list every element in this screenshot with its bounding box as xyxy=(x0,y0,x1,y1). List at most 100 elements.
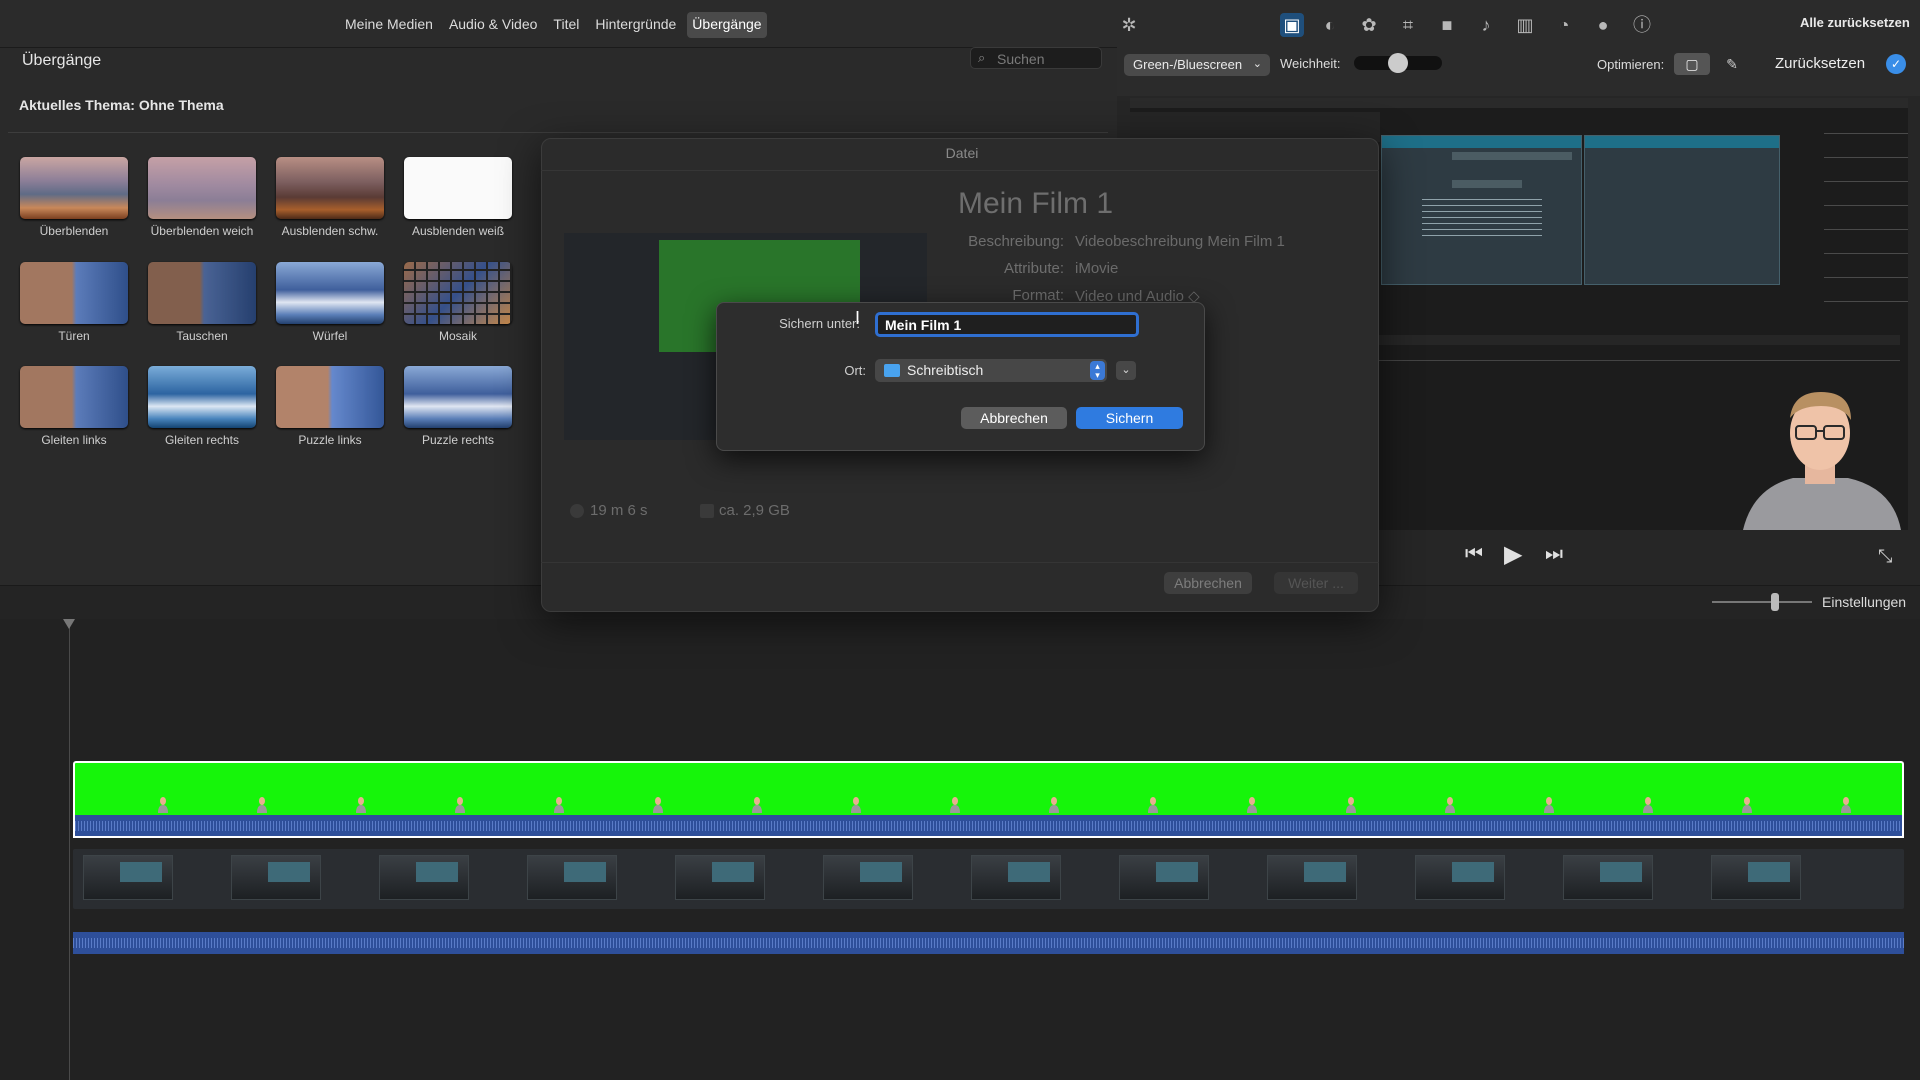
reset-all-button[interactable]: Alle zurücksetzen xyxy=(1800,15,1910,30)
tab-uebergaenge[interactable]: Übergänge xyxy=(687,12,767,38)
magic-wand-icon[interactable]: ✲ xyxy=(1117,13,1141,37)
clip-frame xyxy=(675,855,765,900)
folder-icon xyxy=(884,364,900,377)
search-icon: ⌕ xyxy=(978,50,986,65)
clip-frame xyxy=(527,855,617,900)
transition-tile-ausblenden-schwarz[interactable] xyxy=(276,157,384,219)
transition-label: Ausblenden weiß xyxy=(411,224,505,238)
color-correction-icon[interactable]: ✿ xyxy=(1357,13,1381,37)
skip-forward-icon[interactable]: ⏭ xyxy=(1545,543,1563,566)
file-icon xyxy=(700,504,714,518)
zoom-slider[interactable] xyxy=(1712,601,1812,603)
keying-select[interactable]: Green-/Bluescreen ⌄ xyxy=(1124,54,1270,76)
clip-frame xyxy=(1267,855,1357,900)
transition-tile-gleiten-links[interactable] xyxy=(20,366,128,428)
greenscreen-clip[interactable] xyxy=(73,761,1904,815)
location-select[interactable]: Schreibtisch xyxy=(875,359,1107,382)
transition-label: Ausblenden schw. xyxy=(281,224,379,238)
save-button[interactable]: Sichern xyxy=(1076,407,1183,429)
crop-icon[interactable]: ⌗ xyxy=(1396,13,1420,37)
dialog-title: Datei xyxy=(945,145,979,161)
clean-up-icon[interactable]: ▢ xyxy=(1674,53,1710,75)
tab-audio-video[interactable]: Audio & Video xyxy=(444,12,542,38)
volume-icon[interactable]: ♪ xyxy=(1474,13,1498,37)
size-value: ca. 2,9 GB xyxy=(719,502,790,519)
softness-slider-knob[interactable] xyxy=(1388,53,1408,73)
greenscreen-clip-figures xyxy=(158,797,1851,813)
clock-icon xyxy=(570,504,584,518)
clip-frame xyxy=(379,855,469,900)
tab-hintergruende[interactable]: Hintergründe xyxy=(590,12,681,38)
transition-tile-tauschen[interactable] xyxy=(148,262,256,324)
mini-text xyxy=(1422,196,1542,236)
transition-tile-mosaik[interactable] xyxy=(404,262,512,324)
dialog-next-button[interactable]: Weiter ... xyxy=(1274,572,1358,594)
location-label: Ort: xyxy=(844,363,866,378)
tab-meine-medien[interactable]: Meine Medien xyxy=(340,12,438,38)
browser-title: Übergänge xyxy=(22,52,102,69)
clip-frame xyxy=(1415,855,1505,900)
cancel-button[interactable]: Abbrechen xyxy=(961,407,1067,429)
play-icon[interactable]: ▶ xyxy=(1504,540,1522,569)
transition-label: Puzzle rechts xyxy=(421,433,495,447)
mini-new-project-panel xyxy=(1381,135,1582,285)
select-stepper-icon: ▴ ▾ xyxy=(1090,361,1105,380)
audio-waveform xyxy=(75,821,1902,831)
save-as-label: Sichern unter: xyxy=(779,316,860,331)
transition-label: Mosaik xyxy=(438,329,477,343)
reset-button[interactable]: Zurücksetzen xyxy=(1775,55,1865,72)
mini-panel-header xyxy=(1382,136,1581,148)
playhead[interactable] xyxy=(69,622,70,1080)
color-balance-icon[interactable]: ◐ xyxy=(1318,13,1342,37)
eraser-icon[interactable]: ✎ xyxy=(1716,53,1748,75)
transition-tile-ueberblenden[interactable] xyxy=(20,157,128,219)
video-overlay-icon[interactable]: ▣ xyxy=(1280,13,1304,37)
skip-back-icon[interactable]: ⏮ xyxy=(1465,543,1483,566)
equalizer-icon[interactable]: ▥ xyxy=(1513,13,1537,37)
dialog-cancel-button[interactable]: Abbrechen xyxy=(1164,572,1252,594)
transition-tile-ueberblenden-weich[interactable] xyxy=(148,157,256,219)
transition-label: Türen xyxy=(58,329,90,343)
mini-meter xyxy=(1824,112,1908,302)
noise-reduction-icon[interactable]: ● xyxy=(1591,13,1615,37)
transition-label: Puzzle links xyxy=(298,433,362,447)
transition-tile-puzzle-rechts[interactable] xyxy=(404,366,512,428)
clip-frame xyxy=(1119,855,1209,900)
info-icon[interactable]: ⓘ xyxy=(1630,13,1654,37)
keying-select-value: Green-/Bluescreen xyxy=(1133,57,1243,72)
fullscreen-icon[interactable]: ⤡ xyxy=(1878,546,1892,567)
transition-tile-ausblenden-weiss[interactable] xyxy=(404,157,512,219)
greenscreen-clip-audio[interactable] xyxy=(73,815,1904,838)
transition-tile-gleiten-rechts[interactable] xyxy=(148,366,256,428)
screen-recording-clip[interactable] xyxy=(73,849,1904,909)
zoom-slider-knob[interactable] xyxy=(1771,593,1779,611)
description-label: Beschreibung: xyxy=(968,233,1064,250)
timeline-settings-button[interactable]: Einstellungen xyxy=(1822,594,1906,610)
divider xyxy=(541,562,1379,563)
transition-label: Tauschen xyxy=(176,329,228,343)
mini-panel-header xyxy=(1585,136,1779,148)
transition-tile-puzzle-links[interactable] xyxy=(276,366,384,428)
softness-label: Weichheit: xyxy=(1280,56,1341,71)
stabilization-icon[interactable]: ■ xyxy=(1435,13,1459,37)
audio-waveform xyxy=(73,938,1904,948)
imovie-window: Meine Medien Audio & Video Titel Hinterg… xyxy=(0,0,1920,1080)
transition-label: Überblenden xyxy=(39,224,109,238)
transition-tile-wuerfel[interactable] xyxy=(276,262,384,324)
duration-value: 19 m 6 s xyxy=(590,502,648,519)
save-as-input[interactable] xyxy=(875,312,1139,337)
apply-checkmark-icon[interactable]: ✓ xyxy=(1886,54,1906,74)
clip-frame xyxy=(823,855,913,900)
clip-frame xyxy=(971,855,1061,900)
tab-titel[interactable]: Titel xyxy=(548,12,584,38)
speed-icon[interactable]: ◔ xyxy=(1552,13,1576,37)
clip-frame xyxy=(1711,855,1801,900)
search-field[interactable]: ⌕ xyxy=(970,47,1102,69)
screen-recording-audio[interactable] xyxy=(73,932,1904,954)
search-input[interactable] xyxy=(997,50,1097,67)
transition-tile-tueren[interactable] xyxy=(20,262,128,324)
expand-chevron-icon[interactable]: ⌄ xyxy=(1116,361,1136,380)
location-select-value: Schreibtisch xyxy=(907,362,984,378)
transition-label: Gleiten links xyxy=(41,433,107,447)
optimize-label: Optimieren: xyxy=(1597,57,1665,72)
